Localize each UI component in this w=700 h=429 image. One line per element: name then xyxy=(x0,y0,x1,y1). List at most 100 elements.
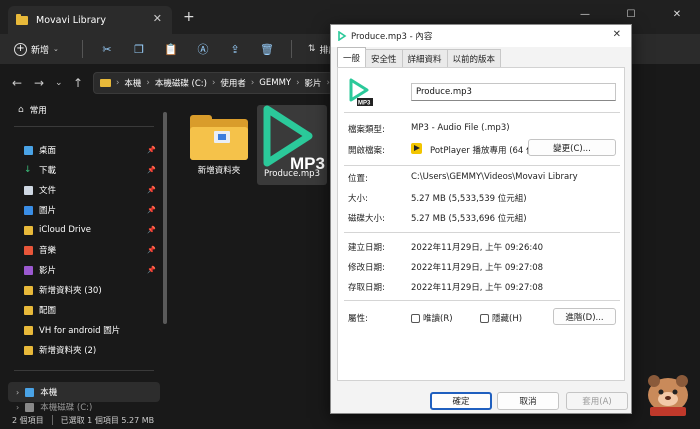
ok-button[interactable]: 確定 xyxy=(430,392,492,410)
sidebar-item-vh-android[interactable]: VH for android 圖片 xyxy=(8,320,160,340)
folder-icon xyxy=(24,305,33,315)
dialog-title-bar: Produce.mp3 - 內容 ✕ xyxy=(331,25,631,47)
new-button[interactable]: + 新增 ⌄ xyxy=(14,42,74,56)
readonly-checkbox[interactable]: 唯讀(R) xyxy=(411,312,453,324)
share-icon[interactable]: ⇪ xyxy=(219,38,251,60)
apply-button[interactable]: 套用(A) xyxy=(566,392,628,410)
document-icon xyxy=(24,185,33,195)
pin-icon[interactable]: 📌 xyxy=(147,146,156,154)
sidebar-item-pictures[interactable]: 圖片 📌 xyxy=(8,200,160,220)
recent-chevron-icon[interactable]: ⌄ xyxy=(55,78,63,88)
breadcrumb-item[interactable]: 本機磁碟 (C:) xyxy=(155,77,207,89)
pin-icon[interactable]: 📌 xyxy=(147,226,156,234)
cancel-button[interactable]: 取消 xyxy=(497,392,559,410)
sidebar-item-label: 本機 xyxy=(40,388,58,398)
divider xyxy=(344,112,620,113)
divider xyxy=(344,232,620,233)
tab-previous-versions[interactable]: 以前的版本 xyxy=(446,49,502,67)
change-button[interactable]: 變更(C)... xyxy=(528,139,616,156)
chevron-down-icon: ⌄ xyxy=(53,45,59,53)
breadcrumb-item[interactable]: 使用者 xyxy=(220,77,246,89)
checkbox-box xyxy=(411,313,420,323)
sidebar-item-quick-access[interactable]: ⌂ 常用 xyxy=(8,100,160,120)
dialog-tabs: 一般 安全性 詳細資料 以前的版本 xyxy=(337,47,502,67)
file-label: Produce.mp3 xyxy=(264,169,320,179)
pin-icon[interactable]: 📌 xyxy=(147,186,156,194)
plus-icon: + xyxy=(14,42,27,56)
pin-icon[interactable]: 📌 xyxy=(147,246,156,254)
sidebar-item-label: 配圖 xyxy=(39,306,57,316)
sidebar-item-folder-2[interactable]: 新增資料夾 (2) xyxy=(8,340,160,360)
close-dialog-button[interactable]: ✕ xyxy=(613,29,621,40)
breadcrumb-item[interactable]: 影片 xyxy=(305,77,322,89)
sidebar-item-this-pc[interactable]: › 本機 xyxy=(8,382,160,402)
sidebar-item-documents[interactable]: 文件 📌 xyxy=(8,180,160,200)
folder-icon xyxy=(24,225,33,235)
sidebar-item-downloads[interactable]: ↓ 下載 📌 xyxy=(8,160,160,180)
file-item-folder[interactable]: 新增資料夾 xyxy=(184,105,254,185)
up-icon[interactable]: ↑ xyxy=(73,76,83,90)
file-label: 新增資料夾 xyxy=(197,166,241,176)
sidebar-item-music[interactable]: 音樂 📌 xyxy=(8,240,160,260)
hidden-checkbox[interactable]: 隱藏(H) xyxy=(480,312,522,324)
sidebar-item-peitu[interactable]: 配圖 xyxy=(8,300,160,320)
close-tab-icon[interactable]: ✕ xyxy=(153,12,162,25)
divider xyxy=(344,300,620,301)
sidebar-scrollbar[interactable] xyxy=(163,112,167,324)
location-label: 位置: xyxy=(348,174,368,184)
file-item-produce-mp3[interactable]: MP3 Produce.mp3 xyxy=(257,105,327,185)
tab-details[interactable]: 詳細資料 xyxy=(401,49,448,67)
accessed-value: 2022年11月29日, 上午 09:27:08 xyxy=(411,283,544,293)
checkbox-box xyxy=(480,313,489,323)
breadcrumb[interactable]: › 本機 › 本機磁碟 (C:) › 使用者 › GEMMY › 影片 › M xyxy=(93,72,333,94)
breadcrumb-item[interactable]: 本機 xyxy=(124,77,141,89)
copy-icon[interactable]: ❐ xyxy=(123,38,155,60)
sidebar-item-label: 桌面 xyxy=(39,146,57,156)
navigation-pane: ⌂ 常用 桌面 📌 ↓ 下載 📌 文件 📌 圖片 📌 iCloud Drive xyxy=(0,100,165,412)
rename-icon[interactable]: Ⓐ xyxy=(187,38,219,60)
pin-icon[interactable]: 📌 xyxy=(147,206,156,214)
opens-with-label: 開啟檔案: xyxy=(348,146,385,156)
sidebar-item-desktop[interactable]: 桌面 📌 xyxy=(8,140,160,160)
toolbar-divider xyxy=(82,40,83,58)
location-value: C:\Users\GEMMY\Videos\Movavi Library xyxy=(411,172,578,182)
delete-icon[interactable]: 🗑 xyxy=(251,38,283,60)
size-value: 5.27 MB (5,533,539 位元組) xyxy=(411,194,527,204)
toolbar-divider xyxy=(291,40,292,58)
new-label: 新增 xyxy=(31,45,50,56)
created-label: 建立日期: xyxy=(348,243,385,253)
paste-icon[interactable]: 📋 xyxy=(155,38,187,60)
cut-icon[interactable]: ✂ xyxy=(91,38,123,60)
new-tab-button[interactable]: + xyxy=(183,10,195,24)
pin-icon[interactable]: 📌 xyxy=(147,166,156,174)
size-label: 大小: xyxy=(348,194,368,204)
tab-general[interactable]: 一般 xyxy=(337,47,367,67)
created-value: 2022年11月29日, 上午 09:26:40 xyxy=(411,243,544,253)
sidebar-item-label: 下載 xyxy=(39,166,57,176)
sidebar-item-icloud-drive[interactable]: iCloud Drive 📌 xyxy=(8,220,160,240)
item-count: 2 個項目 xyxy=(12,415,44,425)
home-icon: ⌂ xyxy=(18,105,24,115)
advanced-button[interactable]: 進階(D)... xyxy=(553,308,616,325)
tab-movavi-library[interactable]: Movavi Library ✕ xyxy=(8,6,172,34)
hidden-label: 隱藏(H) xyxy=(492,314,523,324)
sidebar-item-folder-30[interactable]: 新增資料夾 (30) xyxy=(8,280,160,300)
folder-icon xyxy=(24,285,33,295)
accessed-label: 存取日期: xyxy=(348,283,385,293)
sidebar-item-videos[interactable]: 影片 📌 xyxy=(8,260,160,280)
sidebar-divider xyxy=(14,126,154,127)
sidebar-item-label: 圖片 xyxy=(39,206,57,216)
forward-icon[interactable]: → xyxy=(34,76,44,90)
close-window-button[interactable]: ✕ xyxy=(654,0,700,28)
sidebar-item-label: 常用 xyxy=(29,106,47,116)
sidebar-item-label: 新增資料夾 (30) xyxy=(39,286,102,296)
tab-security[interactable]: 安全性 xyxy=(365,49,403,67)
sidebar-item-label: 影片 xyxy=(39,266,57,276)
back-icon[interactable]: ← xyxy=(12,76,22,90)
file-name-input[interactable]: Produce.mp3 xyxy=(411,83,616,101)
folder-icon xyxy=(24,345,33,355)
pin-icon[interactable]: 📌 xyxy=(147,266,156,274)
breadcrumb-item[interactable]: GEMMY xyxy=(259,78,291,88)
desktop-icon xyxy=(24,145,33,155)
potplayer-icon xyxy=(411,143,422,154)
